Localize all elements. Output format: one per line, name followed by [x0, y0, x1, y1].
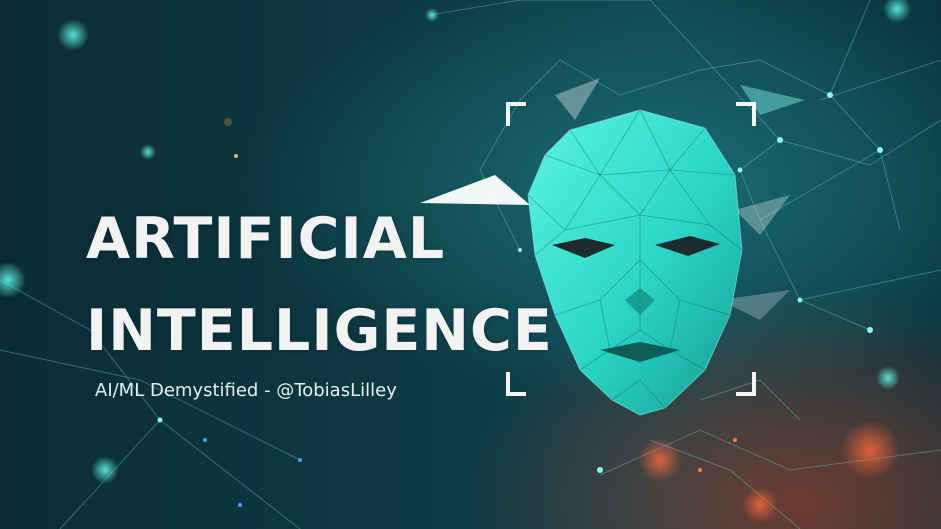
title-line-1: ARTIFICIAL — [86, 206, 446, 272]
title-slide: ARTIFICIAL INTELLIGENCE AI/ML Demystifie… — [0, 0, 941, 529]
low-poly-face-icon — [527, 109, 743, 416]
subtitle: AI/ML Demystified - @TobiasLilley — [95, 380, 397, 401]
title-line-2: INTELLIGENCE — [86, 298, 553, 364]
